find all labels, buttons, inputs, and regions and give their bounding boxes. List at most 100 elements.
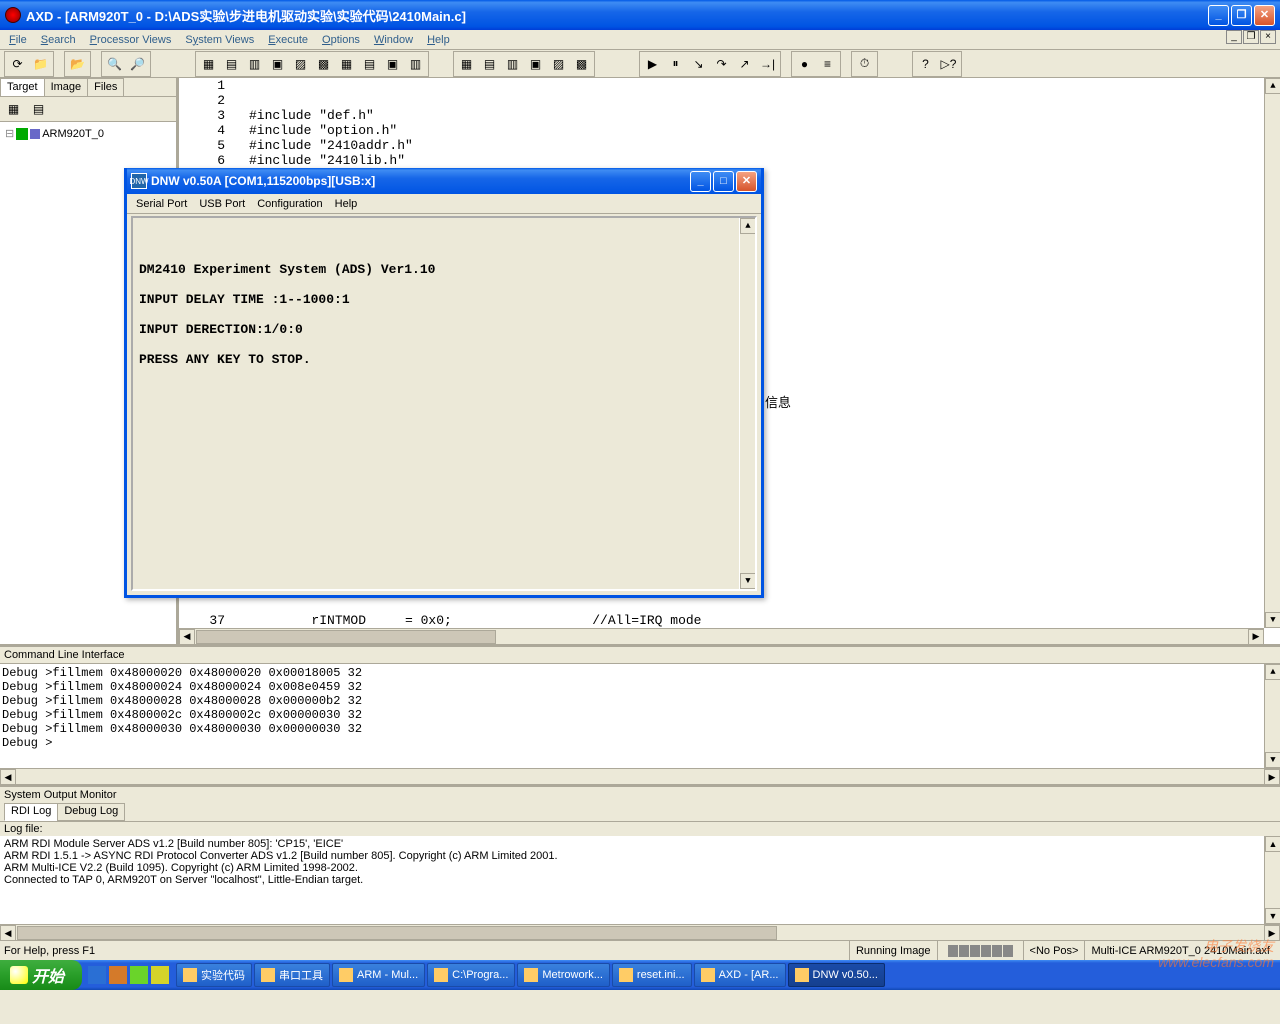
tb-sys-6[interactable]: ▩: [570, 53, 593, 75]
tb-sys-4[interactable]: ▣: [524, 53, 547, 75]
tb-step-in[interactable]: ↘: [687, 53, 710, 75]
minimize-button[interactable]: _: [1208, 5, 1229, 26]
scroll-right-icon[interactable]: ▶: [1264, 769, 1280, 785]
tb-view-7[interactable]: ▦: [335, 53, 358, 75]
dnw-window[interactable]: DNW DNW v0.50A [COM1,115200bps][USB:x] _…: [124, 168, 764, 598]
restore-button[interactable]: ❐: [1231, 5, 1252, 26]
tb-profile[interactable]: ⏱: [853, 53, 876, 75]
scroll-up-icon[interactable]: ▲: [1265, 664, 1280, 680]
tb-sys-2[interactable]: ▤: [478, 53, 501, 75]
taskbar-item[interactable]: reset.ini...: [612, 963, 692, 987]
tb-view-4[interactable]: ▣: [266, 53, 289, 75]
tb-step-over[interactable]: ↷: [710, 53, 733, 75]
desktop-icon[interactable]: [109, 966, 127, 984]
sidebar-tab-image[interactable]: Image: [44, 78, 89, 96]
scroll-up-icon[interactable]: ▲: [740, 218, 756, 234]
scroll-right-icon[interactable]: ▶: [1248, 629, 1264, 644]
scroll-down-icon[interactable]: ▼: [1265, 752, 1280, 768]
dnw-menu-config[interactable]: Configuration: [252, 196, 327, 212]
menu-help[interactable]: Help: [420, 32, 457, 48]
menu-execute[interactable]: Execute: [261, 32, 315, 48]
output-body[interactable]: ARM RDI Module Server ADS v1.2 [Build nu…: [0, 836, 1280, 924]
dnw-minimize-button[interactable]: _: [690, 171, 711, 192]
menu-search[interactable]: Search: [34, 32, 83, 48]
dnw-menu-usb[interactable]: USB Port: [194, 196, 250, 212]
sidebar-tab-files[interactable]: Files: [87, 78, 124, 96]
tb-step-out[interactable]: ↗: [733, 53, 756, 75]
taskbar-item[interactable]: AXD - [AR...: [694, 963, 786, 987]
dnw-menu-serial[interactable]: Serial Port: [131, 196, 192, 212]
tb-bp-list[interactable]: ≡: [816, 53, 839, 75]
dnw-close-button[interactable]: ✕: [736, 171, 757, 192]
tree-item-arm[interactable]: ⊟ ARM920T_0: [4, 126, 172, 142]
dnw-maximize-button[interactable]: □: [713, 171, 734, 192]
tb-view-2[interactable]: ▤: [220, 53, 243, 75]
dnw-scrollbar-v[interactable]: ▲ ▼: [739, 218, 755, 589]
tab-debug-log[interactable]: Debug Log: [57, 803, 125, 821]
tb-sys-1[interactable]: ▦: [455, 53, 478, 75]
scroll-left-icon[interactable]: ◀: [179, 629, 195, 644]
code-scrollbar-v[interactable]: ▲ ▼: [1264, 78, 1280, 628]
taskbar-item[interactable]: 实验代码: [176, 963, 252, 987]
scroll-up-icon[interactable]: ▲: [1265, 78, 1280, 94]
menu-options[interactable]: Options: [315, 32, 367, 48]
sidebar-tb-1[interactable]: ▦: [2, 98, 25, 120]
cli-scrollbar-v[interactable]: ▲ ▼: [1264, 664, 1280, 768]
scroll-thumb-h[interactable]: [196, 630, 496, 644]
tb-pause[interactable]: ⏸: [664, 53, 687, 75]
scroll-up-icon[interactable]: ▲: [1265, 836, 1280, 852]
ie-icon[interactable]: [88, 966, 106, 984]
ql-icon-3[interactable]: [130, 966, 148, 984]
tb-search[interactable]: 🔍: [103, 53, 126, 75]
tb-run[interactable]: ▶: [641, 53, 664, 75]
taskbar-item[interactable]: Metrowork...: [517, 963, 610, 987]
taskbar-item[interactable]: ARM - Mul...: [332, 963, 425, 987]
tb-view-8[interactable]: ▤: [358, 53, 381, 75]
scroll-left-icon[interactable]: ◀: [0, 769, 16, 785]
mdi-close[interactable]: ×: [1260, 30, 1276, 44]
tb-bp-toggle[interactable]: ●: [793, 53, 816, 75]
dnw-terminal[interactable]: DM2410 Experiment System (ADS) Ver1.10 I…: [131, 216, 757, 591]
start-button[interactable]: 开始: [0, 960, 82, 990]
tb-open[interactable]: 📂: [66, 53, 89, 75]
tb-sys-5[interactable]: ▨: [547, 53, 570, 75]
taskbar-item[interactable]: DNW v0.50...: [788, 963, 885, 987]
tb-view-6[interactable]: ▩: [312, 53, 335, 75]
dnw-titlebar[interactable]: DNW DNW v0.50A [COM1,115200bps][USB:x] _…: [127, 168, 761, 194]
tb-search-next[interactable]: 🔎: [126, 53, 149, 75]
menu-system-views[interactable]: System Views: [178, 32, 261, 48]
scroll-down-icon[interactable]: ▼: [740, 573, 756, 589]
cli-scrollbar-h[interactable]: ◀ ▶: [0, 768, 1280, 784]
out-scrollbar-h[interactable]: ◀ ▶: [0, 924, 1280, 940]
taskbar-item[interactable]: C:\Progra...: [427, 963, 515, 987]
tb-sys-3[interactable]: ▥: [501, 53, 524, 75]
tb-run-to[interactable]: →|: [756, 53, 779, 75]
tb-view-1[interactable]: ▦: [197, 53, 220, 75]
tb-reload[interactable]: ⟳: [6, 53, 29, 75]
tab-rdi-log[interactable]: RDI Log: [4, 803, 58, 821]
tb-view-3[interactable]: ▥: [243, 53, 266, 75]
tb-whatsthis[interactable]: ▷?: [937, 53, 960, 75]
tree-expander-icon[interactable]: ⊟: [5, 127, 14, 141]
ql-icon-4[interactable]: [151, 966, 169, 984]
taskbar-item[interactable]: 串口工具: [254, 963, 330, 987]
code-scrollbar-h[interactable]: ◀ ▶: [179, 628, 1264, 644]
menu-window[interactable]: Window: [367, 32, 420, 48]
scroll-left-icon[interactable]: ◀: [0, 925, 16, 941]
mdi-restore[interactable]: ❐: [1243, 30, 1259, 44]
tb-help[interactable]: ?: [914, 53, 937, 75]
tb-view-10[interactable]: ▥: [404, 53, 427, 75]
out-scroll-thumb[interactable]: [17, 926, 777, 940]
menu-file[interactable]: File: [2, 32, 34, 48]
sidebar-tab-target[interactable]: Target: [0, 78, 45, 96]
tb-view-9[interactable]: ▣: [381, 53, 404, 75]
dnw-menu-help[interactable]: Help: [330, 196, 363, 212]
sidebar-tb-2[interactable]: ▤: [27, 98, 50, 120]
close-button[interactable]: ✕: [1254, 5, 1275, 26]
menu-processor-views[interactable]: Processor Views: [83, 32, 179, 48]
tb-load[interactable]: 📁: [29, 53, 52, 75]
cli-body[interactable]: Debug >fillmem 0x48000020 0x48000020 0x0…: [0, 664, 1280, 768]
scroll-down-icon[interactable]: ▼: [1265, 612, 1280, 628]
tb-view-5[interactable]: ▨: [289, 53, 312, 75]
mdi-minimize[interactable]: _: [1226, 30, 1242, 44]
